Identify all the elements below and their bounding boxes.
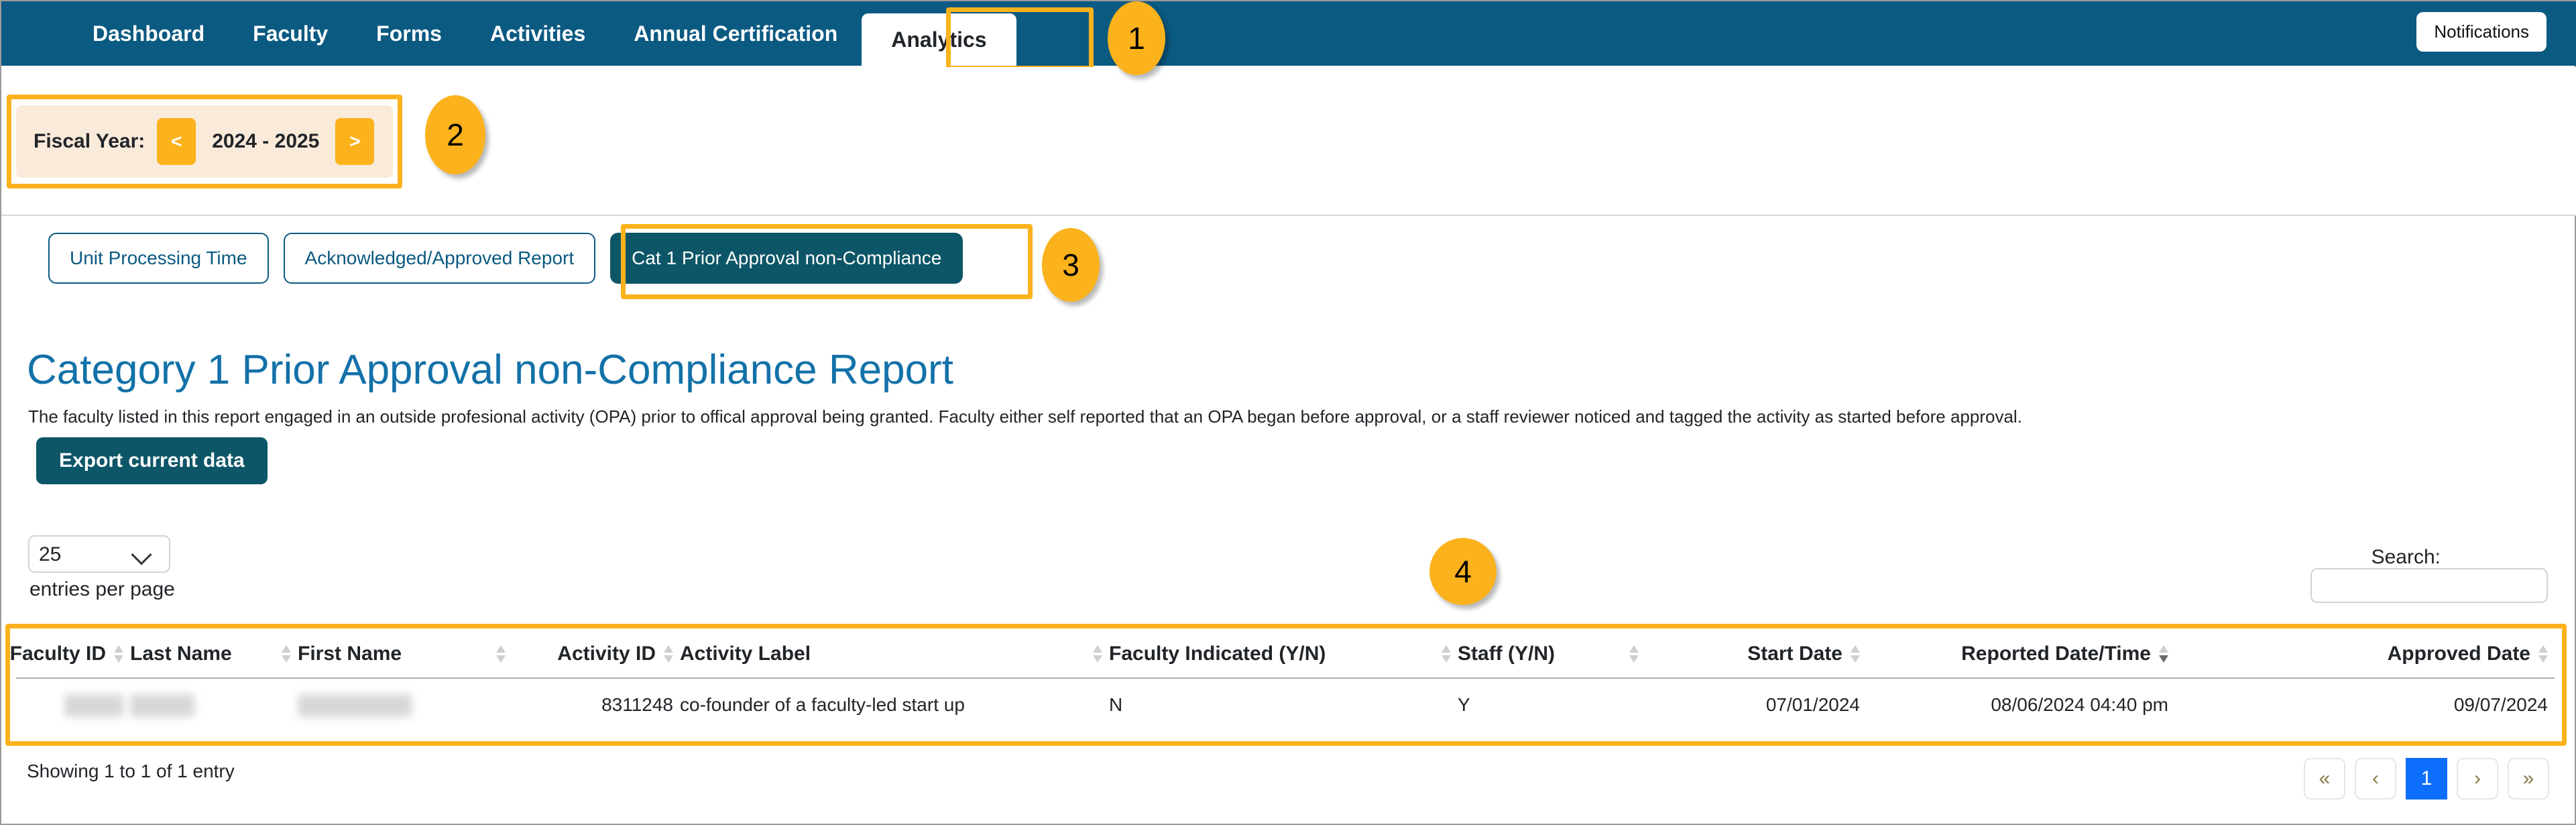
nav-item-analytics[interactable]: Analytics: [862, 13, 1016, 66]
pagination-last-button[interactable]: »: [2508, 758, 2549, 800]
sort-icon: [282, 644, 291, 664]
table-header-row: Faculty ID Last Name First Name Activity…: [10, 630, 2555, 679]
entries-per-page-select[interactable]: 25: [28, 535, 170, 573]
column-label: Staff (Y/N): [1458, 643, 1555, 665]
nav-items: Dashboard Faculty Forms Activities Annua…: [1, 1, 1016, 66]
export-current-data-button[interactable]: Export current data: [36, 437, 268, 484]
pagination-first-button[interactable]: «: [2304, 758, 2345, 800]
fiscal-year-label: Fiscal Year:: [34, 130, 145, 152]
report-description: The faculty listed in this report engage…: [28, 406, 2022, 427]
cell-approved-date: 09/07/2024: [2453, 694, 2548, 716]
column-header-approved-date[interactable]: Approved Date: [2175, 630, 2555, 679]
column-header-faculty-indicated[interactable]: Faculty Indicated (Y/N): [1109, 630, 1458, 679]
redacted-value: [130, 694, 194, 717]
column-header-start-date[interactable]: Start Date: [1645, 630, 1867, 679]
column-header-activity-label[interactable]: Activity Label: [680, 630, 1109, 679]
column-header-last-name[interactable]: Last Name: [130, 630, 298, 679]
pagination-page-1-button[interactable]: 1: [2406, 758, 2447, 800]
showing-entries-text: Showing 1 to 1 of 1 entry: [27, 761, 235, 781]
column-header-activity-id[interactable]: Activity ID: [512, 630, 680, 679]
sort-icon: [1093, 644, 1102, 664]
column-label: Last Name: [130, 643, 232, 665]
nav-item-faculty[interactable]: Faculty: [229, 1, 352, 66]
nav-item-dashboard[interactable]: Dashboard: [68, 1, 229, 66]
sort-icon: [664, 644, 673, 664]
table-row[interactable]: 8311248 co-founder of a faculty-led star…: [16, 678, 2555, 732]
cell-activity-label: co-founder of a faculty-led start up: [680, 694, 965, 716]
column-label: Activity Label: [680, 643, 811, 665]
cell-reported-datetime: 08/06/2024 04:40 pm: [1991, 694, 2168, 716]
column-label: Reported Date/Time: [1961, 643, 2151, 665]
column-label: Start Date: [1747, 643, 1842, 665]
sort-icon: [1442, 644, 1451, 664]
cell-start-date: 07/01/2024: [1765, 694, 1860, 716]
column-label: Faculty ID: [9, 643, 106, 665]
cell-last-name: [130, 678, 298, 732]
annotation-badge-3: 3: [1042, 228, 1100, 302]
pagination: « ‹ 1 › »: [2304, 758, 2549, 800]
sort-icon: [1851, 644, 1860, 664]
report-tab-acknowledged-approved[interactable]: Acknowledged/Approved Report: [283, 233, 596, 284]
annotation-badge-4: 4: [1429, 538, 1497, 605]
column-label: First Name: [298, 643, 402, 665]
redacted-value: [64, 694, 123, 717]
fiscal-year-prev-button[interactable]: <: [157, 118, 196, 165]
pagination-next-button[interactable]: ›: [2457, 758, 2498, 800]
report-tab-cat1-prior-approval[interactable]: Cat 1 Prior Approval non-Compliance: [610, 233, 963, 284]
column-header-staff[interactable]: Staff (Y/N): [1458, 630, 1645, 679]
entries-per-page-label: entries per page: [30, 578, 175, 600]
sort-icon: [2538, 644, 2548, 664]
sort-icon: [114, 644, 123, 664]
entries-per-page-control: 25: [28, 535, 170, 573]
cell-staff: Y: [1458, 694, 1470, 716]
sort-icon-descending: [2159, 644, 2168, 664]
sort-icon: [496, 644, 506, 664]
cell-first-name: [298, 678, 512, 732]
fiscal-year-selector: Fiscal Year: < 2024 - 2025 >: [16, 105, 393, 178]
redacted-value: [298, 694, 412, 717]
search-input[interactable]: [2310, 568, 2548, 603]
column-header-faculty-id[interactable]: Faculty ID: [10, 630, 130, 679]
notifications-button[interactable]: Notifications: [2416, 12, 2546, 52]
cell-faculty-id: [16, 678, 130, 732]
fiscal-year-value: 2024 - 2025: [212, 130, 320, 152]
report-table: Faculty ID Last Name First Name Activity…: [10, 630, 2555, 732]
column-label: Approved Date: [2387, 643, 2530, 665]
top-navbar: Dashboard Faculty Forms Activities Annua…: [1, 1, 2576, 66]
nav-item-annual-certification[interactable]: Annual Certification: [609, 1, 862, 66]
column-label: Activity ID: [557, 643, 656, 665]
nav-item-activities[interactable]: Activities: [466, 1, 609, 66]
page-title: Category 1 Prior Approval non-Compliance…: [27, 346, 953, 393]
sort-icon: [1629, 644, 1639, 664]
report-tab-unit-processing-time[interactable]: Unit Processing Time: [48, 233, 269, 284]
column-header-first-name[interactable]: First Name: [298, 630, 512, 679]
column-label: Faculty Indicated (Y/N): [1109, 643, 1326, 665]
pagination-prev-button[interactable]: ‹: [2355, 758, 2396, 800]
cell-faculty-indicated: N: [1109, 694, 1123, 716]
nav-item-forms[interactable]: Forms: [352, 1, 466, 66]
column-header-reported-datetime[interactable]: Reported Date/Time: [1867, 630, 2175, 679]
report-tab-group: Unit Processing Time Acknowledged/Approv…: [48, 233, 963, 284]
search-label: Search:: [2371, 546, 2441, 568]
cell-activity-id: 8311248: [601, 694, 673, 716]
fiscal-year-next-button[interactable]: >: [335, 118, 375, 165]
